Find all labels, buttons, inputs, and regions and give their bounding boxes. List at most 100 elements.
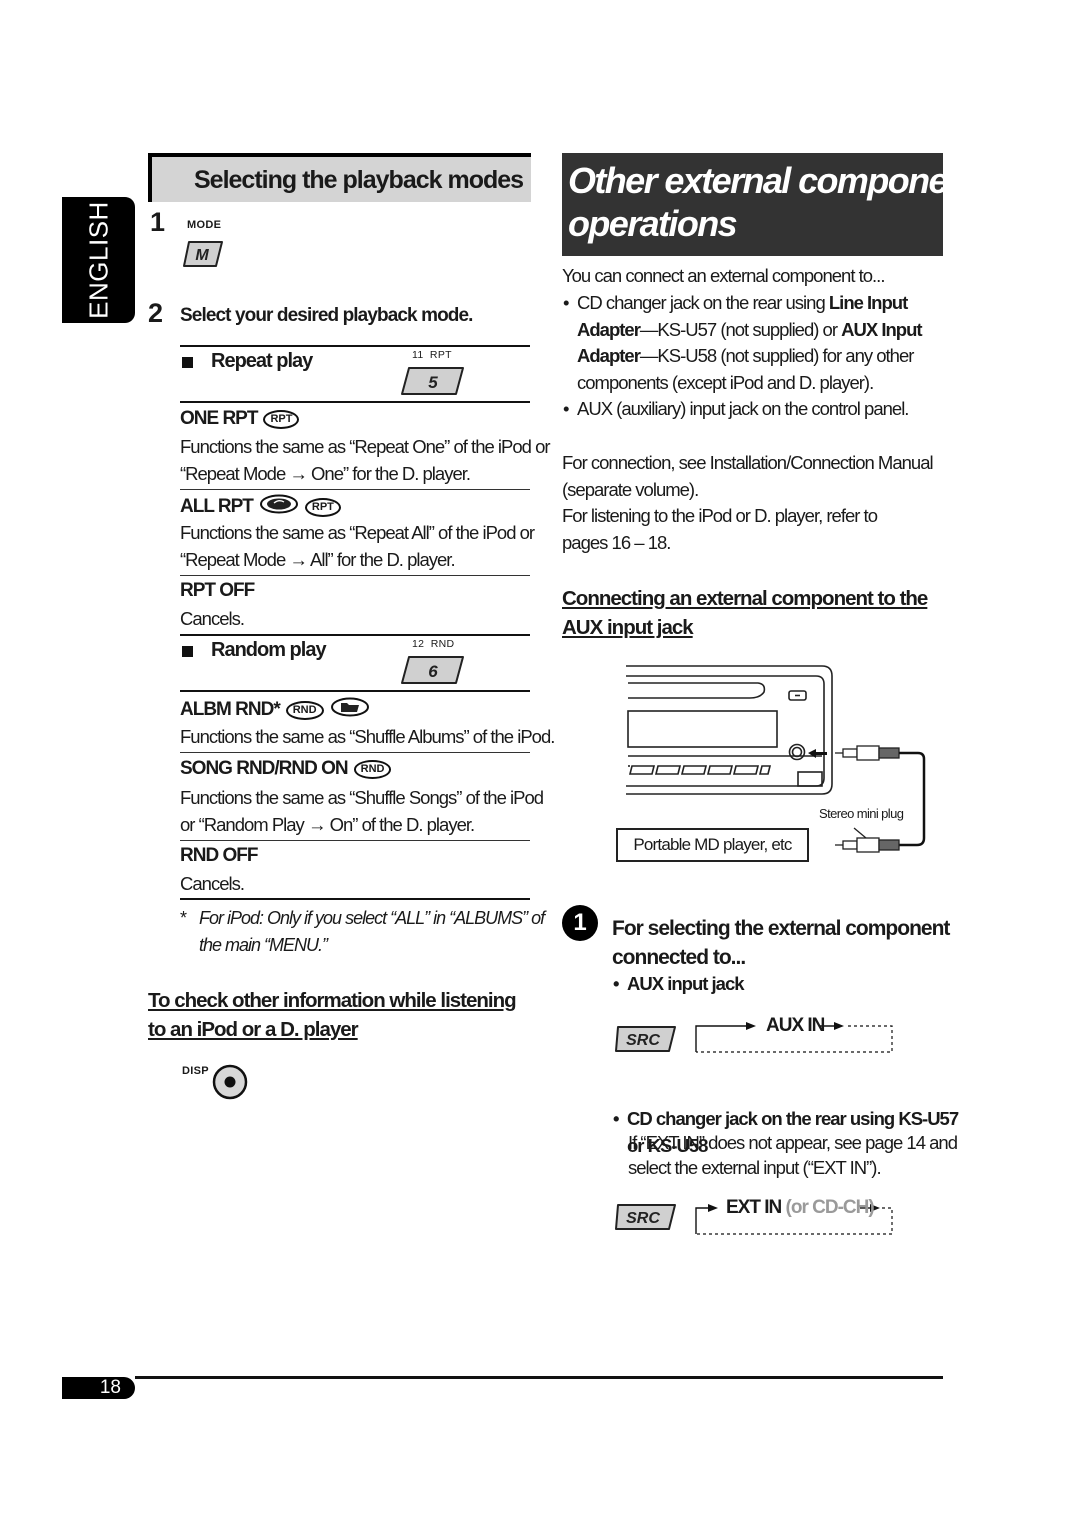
list-item-cont: components (except iPod and D. player). (577, 371, 874, 393)
mode-name: RND OFF (180, 845, 258, 866)
step-circle-icon: 1 (562, 905, 598, 941)
repeat-play-title: Repeat play (211, 350, 313, 372)
mode-albm-rnd: ALBM RND* RND (180, 697, 370, 723)
random-button-caption: 12 RND (412, 638, 455, 650)
mode-description: Cancels. (180, 873, 245, 894)
list-item: AUX (auxiliary) input jack on the contro… (562, 396, 922, 423)
disp-button-label: DISP (182, 1065, 209, 1077)
divider (180, 575, 530, 576)
repeat-button-caption: 11 RPT (412, 349, 452, 361)
cd-ch-alt-text: (or CD-CH) (785, 1197, 875, 1218)
note-line: select the external input (“EXT IN”). (628, 1157, 882, 1178)
mode-name: SONG RND/RND ON (180, 758, 349, 779)
mode-one-rpt: ONE RPT RPT (180, 408, 300, 430)
mode-button-label: MODE (187, 219, 222, 231)
desc-line: Functions the same as “Shuffle Songs” of… (180, 787, 544, 808)
src-button-label: SRC (626, 1210, 660, 1227)
mode-description: Cancels. (180, 608, 245, 629)
ext-in-label: EXT IN (or CD-CH) (726, 1193, 875, 1222)
divider (180, 752, 530, 753)
repeat-button-glyph: 5 (428, 373, 438, 392)
selecting-heading: For selecting the external component con… (612, 914, 950, 972)
random-play-title: Random play (211, 639, 327, 661)
car-stereo-unit (626, 665, 833, 795)
heading-line: For selecting the external component (612, 917, 950, 940)
src-button-label: SRC (626, 1032, 660, 1049)
footer-rule (135, 1376, 943, 1379)
random-button-glyph: 6 (428, 662, 438, 681)
stereo-mini-plug-top (835, 745, 926, 847)
mode-button[interactable]: M (182, 240, 223, 267)
page-title-box: Other external component operations (562, 153, 979, 256)
mode-name: ONE RPT (180, 408, 258, 429)
aux-input-item: AUX input jack (612, 971, 1080, 998)
desc-line: “Repeat Mode → All” for the D. player. (180, 549, 456, 570)
folder-icon (330, 697, 370, 723)
divider (180, 898, 530, 900)
page-number-tab: 18 (62, 1377, 135, 1399)
connection-list: CD changer jack on the rear using Line I… (562, 290, 923, 423)
list-item-cont: Adapter—KS-U57 (not supplied) or AUX Inp… (577, 318, 923, 340)
mode-description: Functions the same as “Repeat All” of th… (180, 519, 535, 573)
section-header: Selecting the playback modes (148, 153, 531, 202)
mode-description: Functions the same as “Repeat One” of th… (180, 433, 551, 487)
repeat-button[interactable]: 5 (400, 366, 466, 401)
footnote-line: the main “MENU.” (199, 935, 328, 955)
item-line: CD changer jack on the rear using KS-U57 (627, 1107, 959, 1129)
language-tab-label: ENGLISH (83, 201, 113, 319)
list-item-cont: Adapter—KS-U58 (not supplied) for any ot… (577, 345, 914, 366)
mode-button-glyph: M (195, 247, 209, 264)
info-heading: To check other information while listeni… (148, 986, 517, 1044)
aux-in-label: AUX IN (766, 1015, 825, 1036)
desc-line: Functions the same as “Repeat One” of th… (180, 436, 551, 457)
mode-rpt-off: RPT OFF (180, 580, 255, 602)
divider (180, 840, 530, 841)
random-button[interactable]: 6 (400, 655, 466, 690)
footnote-mark: * (180, 908, 187, 928)
rnd-indicator-icon: RND (285, 700, 324, 720)
ext-in-text: EXT IN (726, 1197, 782, 1218)
rpt-indicator-icon: RPT (304, 497, 341, 517)
device-label: Portable MD player, etc (633, 835, 792, 854)
rnd-indicator-icon: RND (353, 759, 392, 779)
desc-line: “Repeat Mode → One” for the D. player. (180, 463, 471, 484)
heading-line: connected to... (612, 946, 746, 969)
note-line: pages 16 – 18. (562, 531, 671, 553)
disp-button[interactable] (211, 1063, 249, 1106)
heading-line: AUX input jack (562, 616, 694, 639)
heading-line: To check other information while listeni… (148, 989, 517, 1012)
connection-note: For connection, see Installation/Connect… (562, 450, 934, 556)
note-line: (separate volume). (562, 478, 699, 500)
divider (180, 634, 530, 636)
square-bullet-icon (182, 646, 193, 657)
heading-line: Connecting an external component to the (562, 587, 928, 610)
desc-line: Functions the same as “Repeat All” of th… (180, 522, 535, 543)
title-line: operations (568, 203, 738, 244)
src-button[interactable]: SRC (613, 1203, 677, 1236)
mode-rnd-off: RND OFF (180, 845, 258, 867)
footnote: * For iPod: Only if you select “ALL” in … (180, 905, 545, 959)
page-title: Other external component operations (568, 159, 979, 245)
disc-icon (259, 494, 299, 520)
mode-name: ALL RPT (180, 496, 254, 517)
step-2-number: 2 (148, 298, 164, 328)
step-1-number: 1 (150, 207, 166, 237)
desc-line: or “Random Play → On” of the D. player. (180, 814, 475, 835)
divider (180, 489, 530, 490)
intro-text: You can connect an external component to… (562, 265, 885, 286)
language-tab: ENGLISH (62, 197, 135, 323)
cd-changer-note: If “EXT IN” does not appear, see page 14… (628, 1130, 958, 1180)
square-bullet-icon (182, 357, 193, 368)
stereo-mini-plug-bottom (835, 827, 900, 853)
title-line: Other external component (568, 160, 979, 201)
rpt-indicator-icon: RPT (263, 409, 300, 429)
page-number: 18 (99, 1377, 121, 1398)
mode-description: Functions the same as “Shuffle Albums” o… (180, 726, 555, 747)
stereo-plug-label: Stereo mini plug (819, 806, 904, 821)
list-item: CD changer jack on the rear using Line I… (562, 290, 922, 317)
note-line: For connection, see Installation/Connect… (562, 452, 934, 473)
mode-name: ALBM RND* (180, 699, 281, 720)
src-button[interactable]: SRC (613, 1025, 677, 1058)
mode-all-rpt: ALL RPT RPT (180, 494, 341, 520)
aux-heading: Connecting an external component to the … (562, 584, 928, 642)
